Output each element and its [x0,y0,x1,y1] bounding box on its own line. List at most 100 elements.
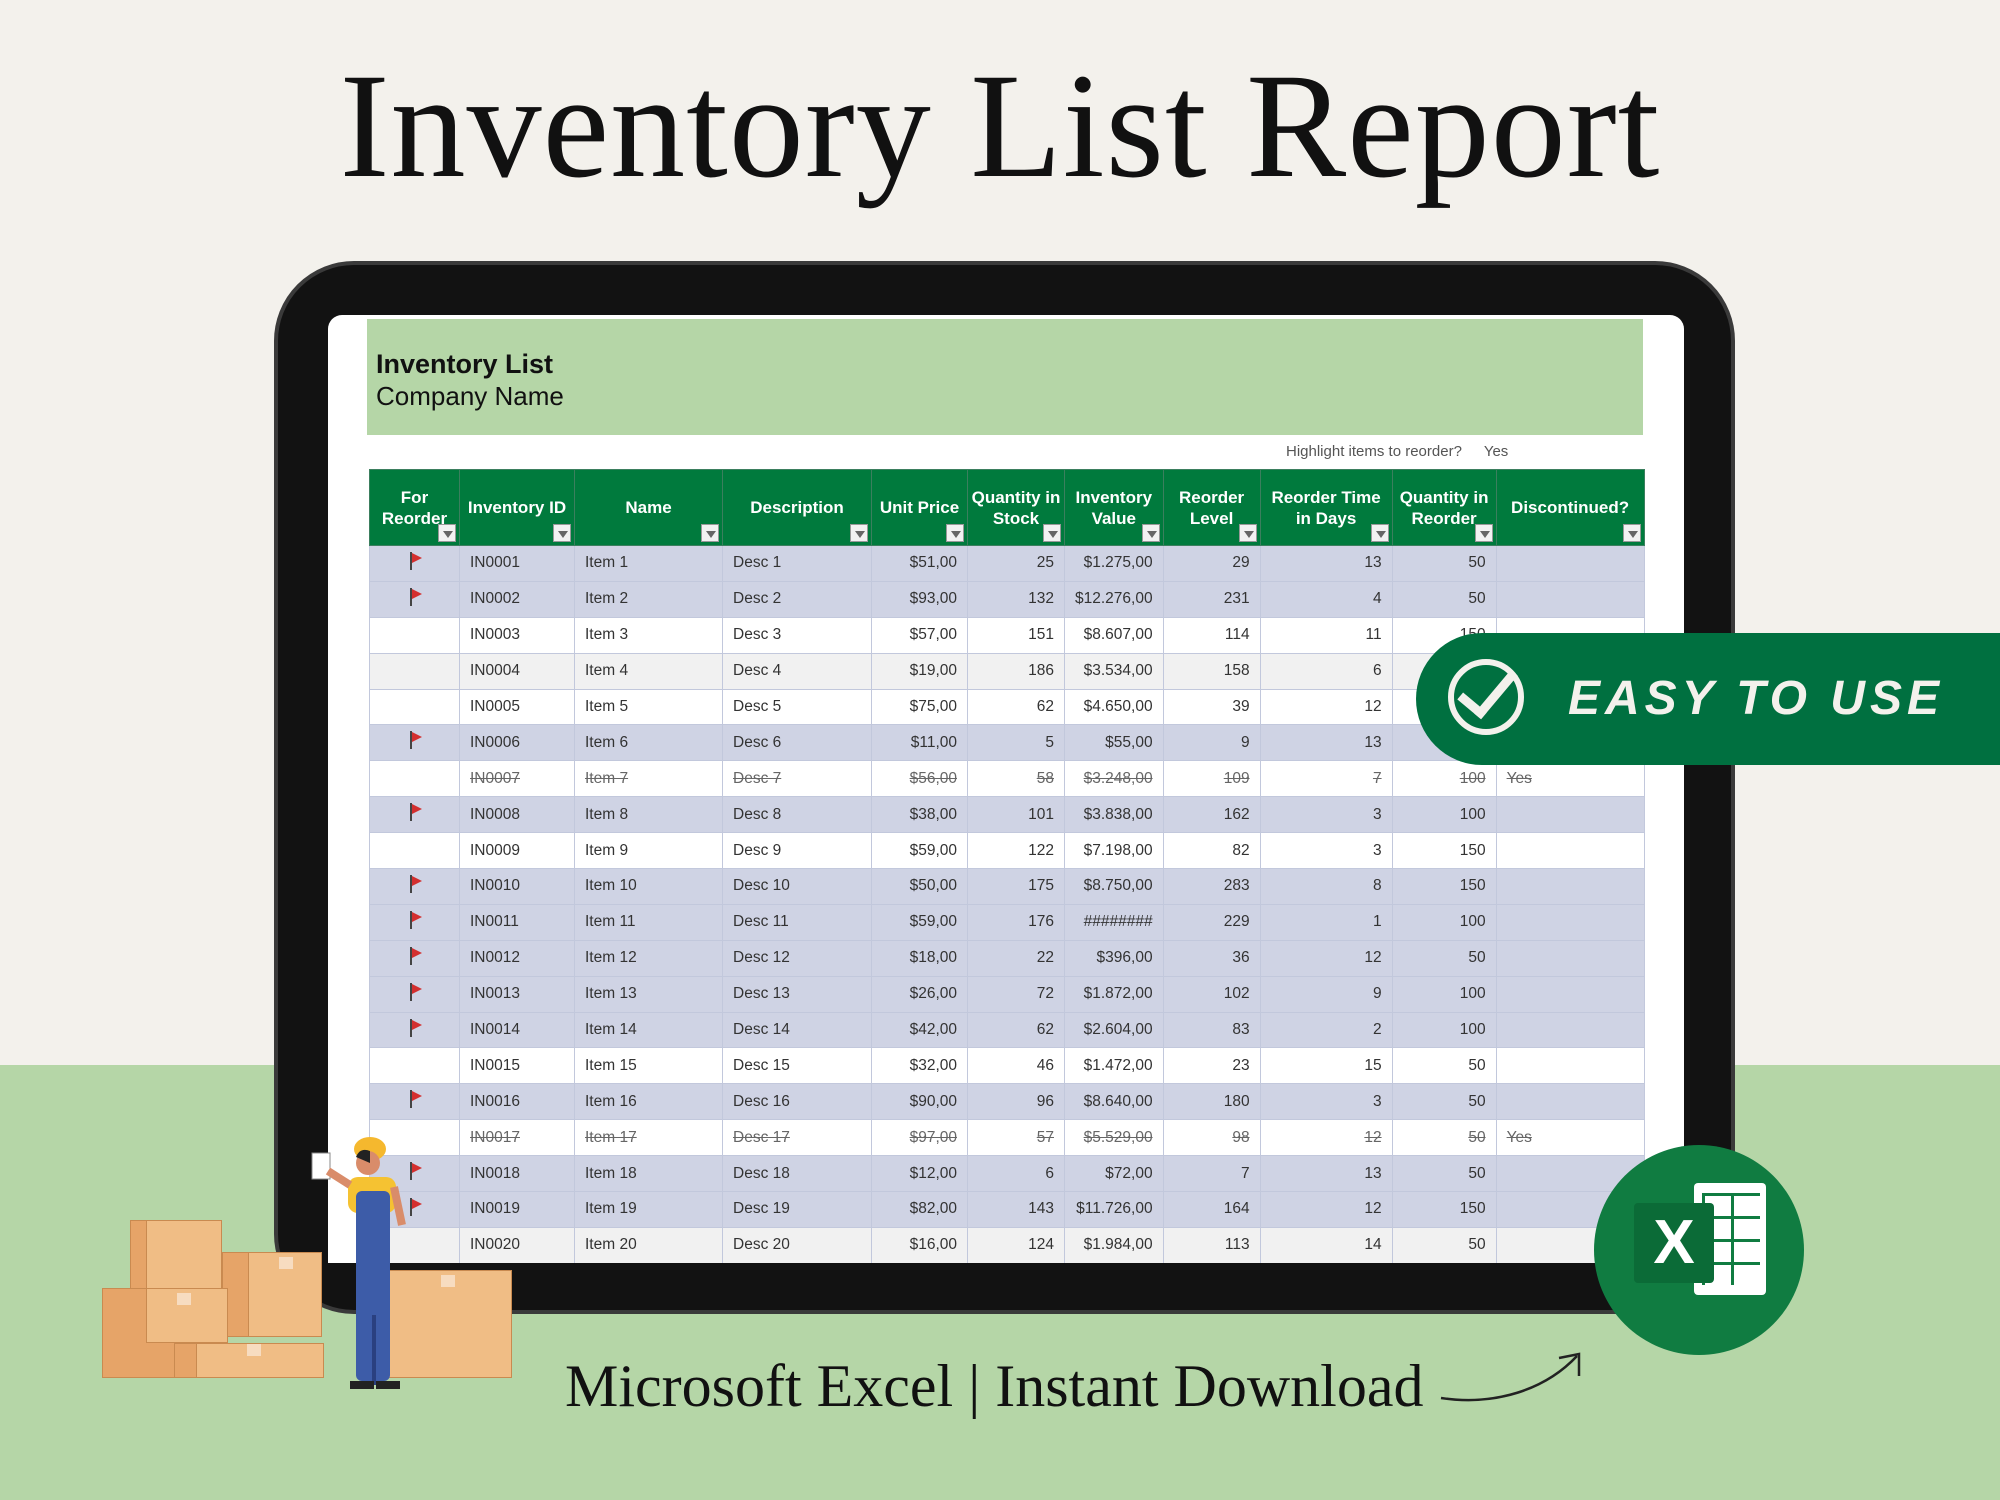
cell-level[interactable]: 7 [1162,1155,1261,1193]
cell-name[interactable]: Item 19 [574,1191,723,1228]
cell-id[interactable]: IN0011 [459,903,575,941]
cell-disc[interactable] [1495,1047,1645,1085]
cell-disc[interactable] [1495,903,1645,941]
cell-value[interactable]: $7.198,00 [1064,832,1164,870]
cell-qty[interactable]: 22 [967,939,1065,977]
cell-level[interactable]: 102 [1162,975,1261,1013]
cell-price[interactable]: $51,00 [871,545,968,582]
cell-price[interactable]: $97,00 [871,1119,968,1157]
cell-level[interactable]: 36 [1162,939,1261,977]
cell-name[interactable]: Item 10 [574,868,723,905]
cell-desc[interactable]: Desc 8 [722,796,872,834]
cell-days[interactable]: 7 [1259,760,1393,798]
cell-qty[interactable]: 96 [967,1083,1065,1121]
cell-level[interactable]: 23 [1162,1047,1261,1085]
cell-desc[interactable]: Desc 2 [722,580,872,618]
cell-qty[interactable]: 175 [967,868,1065,905]
cell-disc[interactable] [1495,1011,1645,1049]
cell-qty[interactable]: 58 [967,760,1065,798]
cell-value[interactable]: $11.726,00 [1064,1191,1164,1228]
cell-reorder[interactable]: 100 [1391,796,1497,834]
table-row[interactable]: IN0008 Item 8 Desc 8 $38,00 101 $3.838,00 162 3… [369,796,1645,834]
cell-name[interactable]: Item 15 [574,1047,723,1085]
cell-disc[interactable] [1495,1083,1645,1121]
cell-name[interactable]: Item 14 [574,1011,723,1049]
cell-price[interactable]: $11,00 [871,724,968,762]
filter-dropdown-button[interactable] [1141,524,1160,542]
cell-level[interactable]: 29 [1162,545,1261,582]
cell-qty[interactable]: 151 [967,616,1065,654]
table-row[interactable]: IN0012 Item 12 Desc 12 $18,00 22 $396,00 36 12 5… [369,939,1645,977]
cell-id[interactable]: IN0007 [459,760,575,798]
reorder-flag-cell[interactable] [369,580,460,618]
filter-dropdown-button[interactable] [1370,524,1389,542]
cell-id[interactable]: IN0003 [459,616,575,654]
cell-id[interactable]: IN0009 [459,832,575,870]
cell-disc[interactable] [1495,868,1645,905]
cell-price[interactable]: $59,00 [871,903,968,941]
reorder-flag-cell[interactable] [369,832,460,870]
cell-price[interactable]: $19,00 [871,652,968,690]
cell-qty[interactable]: 186 [967,652,1065,690]
table-row[interactable]: IN0002 Item 2 Desc 2 $93,00 132 $12.276,00 231… [369,580,1645,618]
cell-reorder[interactable]: 150 [1391,1191,1497,1228]
cell-level[interactable]: 229 [1162,903,1261,941]
cell-days[interactable]: 13 [1259,724,1393,762]
highlight-value[interactable]: Yes [1484,443,1508,460]
cell-value[interactable]: $3.248,00 [1064,760,1164,798]
cell-value[interactable]: $2.604,00 [1064,1011,1164,1049]
filter-dropdown-button[interactable] [701,524,719,542]
cell-days[interactable]: 12 [1259,688,1393,726]
table-row[interactable]: IN0007 Item 7 Desc 7 $56,00 58 $3.248,00 109 7 1… [369,760,1645,798]
cell-days[interactable]: 11 [1259,616,1393,654]
filter-dropdown-button[interactable] [946,524,964,542]
cell-level[interactable]: 82 [1162,832,1261,870]
cell-price[interactable]: $82,00 [871,1191,968,1228]
cell-reorder[interactable]: 50 [1391,545,1497,582]
cell-level[interactable]: 109 [1162,760,1261,798]
cell-id[interactable]: IN0008 [459,796,575,834]
cell-name[interactable]: Item 2 [574,580,723,618]
cell-price[interactable]: $18,00 [871,939,968,977]
cell-qty[interactable]: 122 [967,832,1065,870]
reorder-flag-cell[interactable] [369,939,460,977]
cell-days[interactable]: 9 [1259,975,1393,1013]
cell-id[interactable]: IN0005 [459,688,575,726]
cell-reorder[interactable]: 150 [1391,832,1497,870]
cell-qty[interactable]: 25 [967,545,1065,582]
cell-desc[interactable]: Desc 16 [722,1083,872,1121]
cell-desc[interactable]: Desc 12 [722,939,872,977]
filter-dropdown-button[interactable] [1474,524,1493,542]
filter-dropdown-button[interactable] [1043,524,1061,542]
cell-days[interactable]: 13 [1259,1155,1393,1193]
cell-level[interactable]: 9 [1162,724,1261,762]
reorder-flag-cell[interactable] [369,545,460,582]
cell-qty[interactable]: 57 [967,1119,1065,1157]
cell-id[interactable]: IN0020 [459,1226,575,1263]
cell-reorder[interactable]: 50 [1391,580,1497,618]
cell-days[interactable]: 15 [1259,1047,1393,1085]
reorder-flag-cell[interactable] [369,1047,460,1085]
cell-name[interactable]: Item 4 [574,652,723,690]
cell-desc[interactable]: Desc 14 [722,1011,872,1049]
cell-desc[interactable]: Desc 4 [722,652,872,690]
cell-qty[interactable]: 124 [967,1226,1065,1263]
cell-desc[interactable]: Desc 10 [722,868,872,905]
cell-reorder[interactable]: 100 [1391,1011,1497,1049]
cell-name[interactable]: Item 8 [574,796,723,834]
cell-days[interactable]: 2 [1259,1011,1393,1049]
table-row[interactable]: IN0010 Item 10 Desc 10 $50,00 175 $8.750,00 28… [369,868,1645,905]
cell-desc[interactable]: Desc 20 [722,1226,872,1263]
cell-desc[interactable]: Desc 3 [722,616,872,654]
reorder-flag-cell[interactable] [369,616,460,654]
cell-price[interactable]: $32,00 [871,1047,968,1085]
cell-id[interactable]: IN0006 [459,724,575,762]
cell-desc[interactable]: Desc 7 [722,760,872,798]
reorder-flag-cell[interactable] [369,1083,460,1121]
cell-qty[interactable]: 6 [967,1155,1065,1193]
cell-level[interactable]: 39 [1162,688,1261,726]
cell-id[interactable]: IN0004 [459,652,575,690]
cell-desc[interactable]: Desc 11 [722,903,872,941]
cell-name[interactable]: Item 12 [574,939,723,977]
cell-days[interactable]: 1 [1259,903,1393,941]
